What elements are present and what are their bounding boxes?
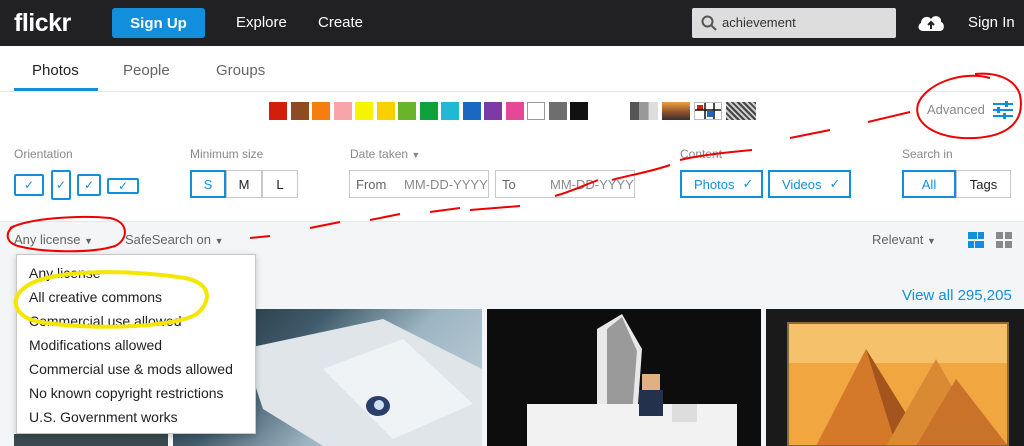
license-option-commercial-mods[interactable]: Commercial use & mods allowed	[29, 361, 233, 377]
color-swatch[interactable]	[376, 102, 395, 120]
from-placeholder: MM-DD-YYYY	[404, 177, 488, 192]
color-swatch[interactable]	[505, 102, 524, 120]
to-label: To	[502, 177, 516, 192]
orientation-landscape[interactable]: ✓	[14, 174, 44, 196]
check-icon: ✓	[829, 176, 841, 191]
search-input[interactable]: achievement	[692, 8, 896, 38]
caret-down-icon: ▼	[926, 236, 936, 246]
color-swatch[interactable]	[312, 102, 330, 120]
search-in-tags[interactable]: Tags	[956, 170, 1011, 198]
caret-down-icon: ▼	[84, 236, 94, 246]
color-swatch[interactable]	[570, 102, 588, 120]
flickr-logo[interactable]: flickr	[14, 9, 71, 38]
sliders-icon[interactable]	[993, 101, 1013, 119]
color-swatch[interactable]	[398, 102, 416, 120]
view-all-link[interactable]: View all 295,205	[902, 287, 1012, 304]
upload-cloud-icon[interactable]	[916, 11, 946, 35]
orientation-portrait[interactable]: ✓	[51, 170, 71, 200]
license-dropdown-toggle[interactable]: Any license ▼	[14, 232, 93, 247]
size-large-button[interactable]: L	[262, 170, 298, 198]
active-tab-indicator	[14, 88, 98, 91]
color-swatch[interactable]	[527, 102, 545, 120]
sort-dropdown[interactable]: Relevant ▼	[872, 232, 936, 247]
sign-in-link[interactable]: Sign In	[968, 14, 1015, 31]
date-taken-text: Date taken	[350, 147, 409, 161]
date-to-field[interactable]: To MM-DD-YYYY	[495, 170, 635, 198]
license-text: Any license	[14, 232, 81, 247]
color-swatch[interactable]	[269, 102, 287, 120]
search-in-all[interactable]: All	[902, 170, 956, 198]
color-swatch[interactable]	[484, 102, 502, 120]
shallow-depth-swatch[interactable]	[662, 102, 690, 120]
content-photos-toggle[interactable]: Photos ✓	[680, 170, 763, 198]
from-label: From	[356, 177, 387, 192]
sign-up-button[interactable]: Sign Up	[112, 8, 205, 38]
color-swatch[interactable]	[441, 102, 459, 120]
license-option-all-cc[interactable]: All creative commons	[29, 289, 162, 305]
color-swatch[interactable]	[290, 102, 309, 120]
advanced-link[interactable]: Advanced	[927, 102, 985, 117]
safesearch-toggle[interactable]: SafeSearch on ▼	[125, 232, 224, 247]
license-option-any[interactable]: Any license	[29, 265, 101, 281]
license-option-us-gov[interactable]: U.S. Government works	[29, 409, 178, 425]
to-placeholder: MM-DD-YYYY	[550, 177, 634, 192]
top-nav-bar: flickr Sign Up Explore Create achievemen…	[0, 0, 1024, 46]
sort-text: Relevant	[872, 232, 924, 247]
minimalist-swatch[interactable]	[694, 102, 722, 120]
orientation-square[interactable]: ✓	[77, 174, 101, 196]
color-swatch[interactable]	[333, 102, 352, 120]
grid-view-icon[interactable]	[996, 232, 1012, 248]
color-swatch[interactable]	[462, 102, 481, 120]
search-tabs: Photos People Groups	[0, 46, 1024, 92]
license-option-modifications[interactable]: Modifications allowed	[29, 337, 162, 353]
size-small-button[interactable]: S	[190, 170, 226, 198]
black-white-filter-swatch[interactable]	[630, 102, 658, 120]
check-icon: ✓	[117, 179, 129, 193]
date-from-field[interactable]: From MM-DD-YYYY	[349, 170, 489, 198]
color-swatch[interactable]	[548, 102, 567, 120]
color-swatch[interactable]	[355, 102, 373, 120]
search-in-label: Search in	[902, 147, 953, 161]
nav-create[interactable]: Create	[318, 14, 363, 31]
license-option-no-copyright[interactable]: No known copyright restrictions	[29, 385, 224, 401]
tab-people[interactable]: People	[123, 62, 170, 79]
check-icon: ✓	[83, 178, 95, 192]
nav-explore[interactable]: Explore	[236, 14, 287, 31]
search-value: achievement	[722, 15, 796, 30]
license-option-commercial[interactable]: Commercial use allowed	[29, 313, 182, 329]
min-size-label: Minimum size	[190, 147, 264, 161]
date-taken-label[interactable]: Date taken ▼	[350, 147, 420, 161]
check-icon: ✓	[23, 178, 35, 192]
caret-down-icon: ▼	[411, 150, 421, 160]
lego-figure-image	[527, 314, 737, 446]
pattern-swatch[interactable]	[726, 102, 756, 120]
pyramids-image	[787, 322, 1009, 446]
videos-text: Videos	[782, 176, 822, 192]
justified-view-icon[interactable]	[968, 232, 984, 248]
check-icon: ✓	[742, 176, 754, 191]
photos-text: Photos	[694, 176, 735, 192]
search-icon	[701, 15, 717, 31]
size-medium-button[interactable]: M	[226, 170, 262, 198]
content-label: Content	[680, 147, 723, 161]
photo-result-1[interactable]	[14, 434, 168, 446]
license-dropdown-menu: Any license All creative commons Commerc…	[16, 254, 256, 434]
grid-pattern-icon	[695, 103, 721, 119]
photo-result-3[interactable]	[487, 309, 761, 446]
tab-groups[interactable]: Groups	[216, 62, 265, 79]
photo-result-4[interactable]	[766, 309, 1024, 446]
caret-down-icon: ▼	[214, 236, 224, 246]
content-videos-toggle[interactable]: Videos ✓	[768, 170, 851, 198]
orientation-panorama[interactable]: ✓	[107, 178, 139, 194]
check-icon: ✓	[55, 178, 67, 192]
orientation-label: Orientation	[14, 147, 73, 161]
color-swatch[interactable]	[419, 102, 438, 120]
safesearch-text: SafeSearch on	[125, 232, 212, 247]
tab-photos[interactable]: Photos	[32, 62, 79, 79]
